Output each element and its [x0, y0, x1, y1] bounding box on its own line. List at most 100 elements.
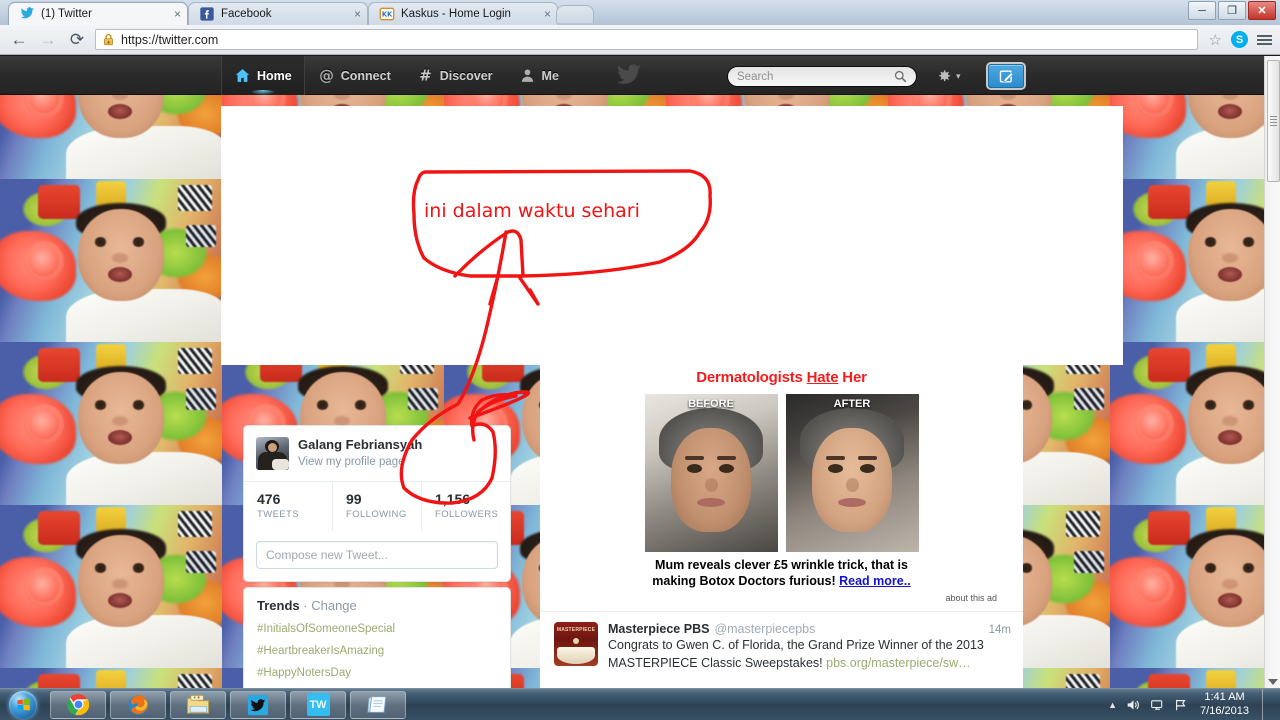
- tweet-avatar-label: MASTERPIECE: [556, 627, 596, 634]
- profile-stats: 476 TWEETS 99 FOLLOWING 1,156 FOLLOWERS: [244, 481, 510, 532]
- tweet-avatar[interactable]: MASTERPIECE: [554, 622, 598, 667]
- hash-icon: #: [419, 67, 431, 84]
- tab-label: Facebook: [221, 8, 272, 20]
- tweetdeck-taskbar-button[interactable]: TW: [290, 690, 346, 719]
- kaskus-icon: KK: [379, 7, 395, 21]
- tab-close-icon[interactable]: ×: [164, 8, 181, 20]
- stat-following[interactable]: 99 FOLLOWING: [333, 482, 422, 532]
- trends-title: Trends: [257, 598, 300, 613]
- system-tray: ▲ 1:41 AM 7/16/2013: [1108, 688, 1280, 720]
- avatar[interactable]: [256, 437, 289, 470]
- screen: Home @ Connect # Discover Me Search ▾ Ga…: [0, 0, 1280, 720]
- nav-item-me[interactable]: Me: [506, 56, 572, 95]
- skype-extension-icon[interactable]: S: [1231, 31, 1248, 48]
- left-sidebar: Galang Febriansyah View my profile page …: [221, 365, 520, 688]
- stat-followers[interactable]: 1,156 FOLLOWERS: [422, 482, 510, 531]
- ad-before-label: BEFORE: [688, 398, 734, 410]
- hamburger-menu-icon[interactable]: [1257, 34, 1272, 45]
- scrollbar-thumb[interactable]: [1267, 60, 1280, 182]
- ad-after-label: AFTER: [833, 398, 871, 410]
- firefox-taskbar-button[interactable]: [110, 690, 166, 719]
- twitter-top-navbar: Home @ Connect # Discover Me Search ▾: [0, 56, 1264, 95]
- browser-tab-kaskus[interactable]: KK Kaskus - Home Login ×: [368, 2, 558, 25]
- chrome-taskbar-button[interactable]: [50, 690, 106, 719]
- ad-read-more-link[interactable]: Read more..: [839, 574, 911, 588]
- volume-icon[interactable]: [1126, 698, 1141, 712]
- about-this-ad-link[interactable]: about this ad: [540, 593, 1023, 603]
- trend-item[interactable]: #HappyNotersDay: [244, 663, 510, 685]
- nav-item-connect-label: Connect: [340, 68, 391, 83]
- browser-tab-twitter[interactable]: (1) Twitter ×: [8, 2, 188, 25]
- network-icon[interactable]: [1150, 698, 1165, 712]
- back-button[interactable]: ←: [8, 29, 30, 51]
- tweet-text-line2: MASTERPIECE Classic Sweepstakes!: [608, 656, 827, 670]
- tab-close-icon[interactable]: ×: [534, 8, 551, 20]
- tweet-author-handle[interactable]: @masterpiecepbs: [714, 622, 815, 636]
- twitter-bird-icon: [247, 694, 269, 715]
- twitter-search-box[interactable]: Search: [727, 66, 917, 87]
- nav-item-discover[interactable]: # Discover: [404, 56, 506, 95]
- nav-item-home-label: Home: [257, 68, 292, 83]
- stat-followers-label: FOLLOWERS: [435, 509, 499, 521]
- tab-label: Kaskus - Home Login: [401, 8, 511, 20]
- nav-item-discover-label: Discover: [439, 68, 493, 83]
- minimize-button[interactable]: ─: [1188, 1, 1216, 20]
- stat-tweets[interactable]: 476 TWEETS: [244, 482, 333, 532]
- window-controls: ─ ❐ ✕: [1188, 1, 1276, 20]
- twitter-taskbar-button[interactable]: [230, 690, 286, 719]
- reload-button[interactable]: ⟳: [66, 29, 88, 51]
- forward-button[interactable]: →: [37, 29, 59, 51]
- show-hidden-icons-button[interactable]: ▲: [1108, 700, 1117, 710]
- restore-button[interactable]: ❐: [1218, 1, 1246, 20]
- compose-tweet-button[interactable]: [988, 64, 1024, 88]
- compose-placeholder: Compose new Tweet...: [266, 548, 388, 563]
- tab-close-icon[interactable]: ×: [344, 8, 361, 20]
- show-desktop-button[interactable]: [1262, 688, 1272, 720]
- trend-item[interactable]: #HeartbreakerIsAmazing: [244, 641, 510, 663]
- stat-following-label: FOLLOWING: [346, 509, 407, 521]
- browser-tab-bar: (1) Twitter × Facebook × KK Kaskus - Hom…: [0, 0, 1280, 25]
- scrollbar-down-arrow[interactable]: [1268, 679, 1278, 685]
- bookmark-star-icon[interactable]: ☆: [1209, 31, 1222, 49]
- annotation-text: ini dalam waktu sehari: [424, 200, 640, 222]
- address-bar-text: https://twitter.com: [121, 32, 219, 47]
- nav-item-connect[interactable]: @ Connect: [305, 56, 404, 95]
- promoted-ad[interactable]: Dermatologists Hate Her BEFORE AFTER Mum…: [540, 365, 1023, 603]
- tweet-item[interactable]: MASTERPIECE Masterpiece PBS @masterpiece…: [540, 611, 1023, 673]
- trends-separator: ·: [303, 598, 308, 613]
- clock-time: 1:41 AM: [1204, 690, 1245, 703]
- compose-tweet-icon: [999, 69, 1013, 83]
- browser-toolbar: ← → ⟳ https://twitter.com ☆ S: [0, 25, 1280, 55]
- ad-body-line1: Mum reveals clever £5 wrinkle trick, tha…: [655, 558, 908, 572]
- profile-header[interactable]: Galang Febriansyah View my profile page: [244, 426, 510, 481]
- tweet-author-name[interactable]: Masterpiece PBS: [608, 622, 709, 636]
- compose-new-tweet-input[interactable]: Compose new Tweet...: [256, 541, 498, 570]
- stat-followers-value: 1,156: [435, 491, 471, 508]
- browser-tab-facebook[interactable]: Facebook ×: [188, 2, 368, 25]
- new-tab-button[interactable]: [556, 5, 594, 23]
- explorer-taskbar-button[interactable]: [170, 690, 226, 719]
- view-profile-link[interactable]: View my profile page: [298, 454, 422, 471]
- tweet-link[interactable]: pbs.org/masterpiece/sw…: [826, 656, 971, 670]
- start-button[interactable]: [0, 690, 46, 720]
- page-scrollbar[interactable]: [1264, 56, 1280, 688]
- tweet-timestamp[interactable]: 14m: [989, 624, 1011, 636]
- address-bar[interactable]: https://twitter.com: [95, 29, 1198, 50]
- chrome-icon: [66, 693, 89, 716]
- clock[interactable]: 1:41 AM 7/16/2013: [1197, 691, 1249, 719]
- flag-icon[interactable]: [1174, 698, 1188, 712]
- trend-item[interactable]: #InitialsOfSomeoneSpecial: [244, 619, 510, 641]
- clock-date: 7/16/2013: [1200, 704, 1249, 717]
- warning-lock-icon: [104, 33, 113, 46]
- settings-menu-button[interactable]: ▾: [934, 67, 961, 85]
- facebook-icon: [200, 7, 214, 21]
- stat-following-value: 99: [346, 491, 362, 508]
- close-button[interactable]: ✕: [1248, 1, 1276, 20]
- search-input[interactable]: Search: [737, 71, 773, 83]
- windows-start-orb-icon: [9, 690, 37, 719]
- ad-title: Dermatologists Hate Her: [540, 369, 1023, 386]
- nav-item-home[interactable]: Home: [221, 56, 305, 95]
- main-timeline-column: Dermatologists Hate Her BEFORE AFTER Mum…: [540, 365, 1023, 688]
- notepad-taskbar-button[interactable]: [350, 690, 406, 719]
- trends-change-link[interactable]: Change: [311, 598, 357, 613]
